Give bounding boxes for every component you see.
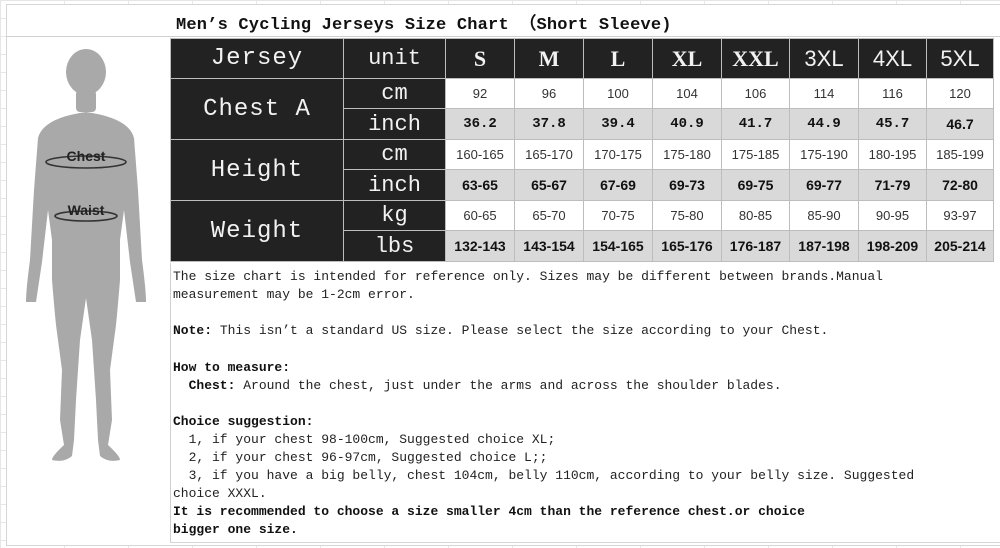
chest-label: Chest bbox=[67, 148, 106, 164]
value-cell: 45.7 bbox=[858, 108, 927, 140]
header-size: XL bbox=[652, 38, 722, 79]
header-size: L bbox=[583, 38, 653, 79]
header-size: XXL bbox=[721, 38, 790, 79]
unit-cell: cm bbox=[343, 78, 446, 109]
value-cell: 114 bbox=[789, 78, 859, 109]
value-cell: 93-97 bbox=[926, 200, 994, 231]
header-row: Jersey unit S M L XL XXL 3XL 4XL 5XL bbox=[170, 38, 994, 79]
value-cell: 116 bbox=[858, 78, 927, 109]
waist-label: Waist bbox=[68, 202, 105, 218]
table-row: Height cm 160-165 165-170 170-175 175-18… bbox=[170, 139, 994, 201]
chest-measure-text: Around the chest, just under the arms an… bbox=[235, 378, 782, 393]
value-cell: 69-73 bbox=[652, 169, 722, 201]
value-cell: 80-85 bbox=[721, 200, 790, 231]
value-cell: 176-187 bbox=[721, 230, 790, 262]
choice-suggestion-heading: Choice suggestion: bbox=[173, 414, 314, 429]
value-cell: 75-80 bbox=[652, 200, 722, 231]
value-cell: 92 bbox=[445, 78, 515, 109]
unit-cell: lbs bbox=[343, 230, 446, 262]
value-cell: 104 bbox=[652, 78, 722, 109]
header-size: 3XL bbox=[789, 38, 859, 79]
value-cell: 205-214 bbox=[926, 230, 994, 262]
value-cell: 69-75 bbox=[721, 169, 790, 201]
choice-item: choice XXXL. bbox=[173, 486, 267, 501]
value-cell: 67-69 bbox=[583, 169, 653, 201]
value-cell: 143-154 bbox=[514, 230, 584, 262]
value-cell: 37.8 bbox=[514, 108, 584, 140]
table-row: Weight kg 60-65 65-70 70-75 75-80 80-85 … bbox=[170, 200, 994, 262]
note-label: Note: bbox=[173, 323, 213, 338]
value-cell: 44.9 bbox=[789, 108, 859, 140]
value-cell: 71-79 bbox=[858, 169, 927, 201]
value-cell: 175-185 bbox=[721, 139, 790, 170]
header-jersey: Jersey bbox=[170, 38, 344, 79]
value-cell: 69-77 bbox=[789, 169, 859, 201]
chart-title: Men’s Cycling Jerseys Size Chart （Short … bbox=[176, 16, 672, 35]
header-size: 5XL bbox=[926, 38, 994, 79]
value-cell: 175-180 bbox=[652, 139, 722, 170]
group-label-weight: Weight bbox=[170, 200, 344, 262]
header-size: S bbox=[445, 38, 515, 79]
value-cell: 165-170 bbox=[514, 139, 584, 170]
group-label-height: Height bbox=[170, 139, 344, 201]
header-unit: unit bbox=[343, 38, 446, 79]
value-cell: 65-67 bbox=[514, 169, 584, 201]
value-cell: 72-80 bbox=[926, 169, 994, 201]
unit-cell: inch bbox=[343, 108, 446, 140]
recommendation-line: bigger one size. bbox=[173, 522, 298, 537]
value-cell: 187-198 bbox=[789, 230, 859, 262]
value-cell: 100 bbox=[583, 78, 653, 109]
choice-item: 1, if your chest 98-100cm, Suggested cho… bbox=[173, 432, 556, 447]
value-cell: 120 bbox=[926, 78, 994, 109]
body-silhouette-icon bbox=[26, 49, 146, 461]
table-row: Chest A cm 92 96 100 104 106 114 116 120 bbox=[170, 78, 994, 140]
value-cell: 36.2 bbox=[445, 108, 515, 140]
value-cell: 63-65 bbox=[445, 169, 515, 201]
unit-cell: cm bbox=[343, 139, 446, 170]
chest-measure-label: Chest: bbox=[173, 378, 236, 393]
value-cell: 96 bbox=[514, 78, 584, 109]
choice-item: 3, if you have a big belly, chest 104cm,… bbox=[173, 468, 915, 483]
value-cell: 175-190 bbox=[789, 139, 859, 170]
value-cell: 39.4 bbox=[583, 108, 653, 140]
title-divider bbox=[6, 36, 1000, 37]
bottom-divider bbox=[170, 542, 1000, 543]
note-line: Note: This isn’t a standard US size. Ple… bbox=[173, 322, 828, 340]
group-label-chest: Chest A bbox=[170, 78, 344, 140]
value-cell: 46.7 bbox=[926, 108, 994, 140]
note-text: This isn’t a standard US size. Please se… bbox=[212, 323, 829, 338]
chest-measure-line: Chest: Around the chest, just under the … bbox=[173, 377, 782, 395]
value-cell: 60-65 bbox=[445, 200, 515, 231]
value-cell: 185-199 bbox=[926, 139, 994, 170]
value-cell: 41.7 bbox=[721, 108, 790, 140]
body-measurement-figure: Chest Waist bbox=[26, 49, 146, 461]
value-cell: 198-209 bbox=[858, 230, 927, 262]
header-size: M bbox=[514, 38, 584, 79]
unit-cell: kg bbox=[343, 200, 446, 231]
how-to-measure-heading: How to measure: bbox=[173, 360, 291, 375]
unit-cell: inch bbox=[343, 169, 446, 201]
value-cell: 180-195 bbox=[858, 139, 927, 170]
value-cell: 132-143 bbox=[445, 230, 515, 262]
value-cell: 90-95 bbox=[858, 200, 927, 231]
value-cell: 40.9 bbox=[652, 108, 722, 140]
value-cell: 170-175 bbox=[583, 139, 653, 170]
value-cell: 70-75 bbox=[583, 200, 653, 231]
recommendation-line: It is recommended to choose a size small… bbox=[173, 504, 805, 519]
size-chart-table: Jersey unit S M L XL XXL 3XL 4XL 5XL Che… bbox=[170, 38, 994, 262]
value-cell: 106 bbox=[721, 78, 790, 109]
disclaimer-line: The size chart is intended for reference… bbox=[173, 269, 883, 284]
value-cell: 65-70 bbox=[514, 200, 584, 231]
disclaimer-line: measurement may be 1-2cm error. bbox=[173, 287, 415, 302]
notes-section: The size chart is intended for reference… bbox=[170, 263, 996, 543]
header-size: 4XL bbox=[858, 38, 927, 79]
choice-item: 2, if your chest 96-97cm, Suggested choi… bbox=[173, 450, 548, 465]
value-cell: 154-165 bbox=[583, 230, 653, 262]
value-cell: 160-165 bbox=[445, 139, 515, 170]
value-cell: 85-90 bbox=[789, 200, 859, 231]
value-cell: 165-176 bbox=[652, 230, 722, 262]
